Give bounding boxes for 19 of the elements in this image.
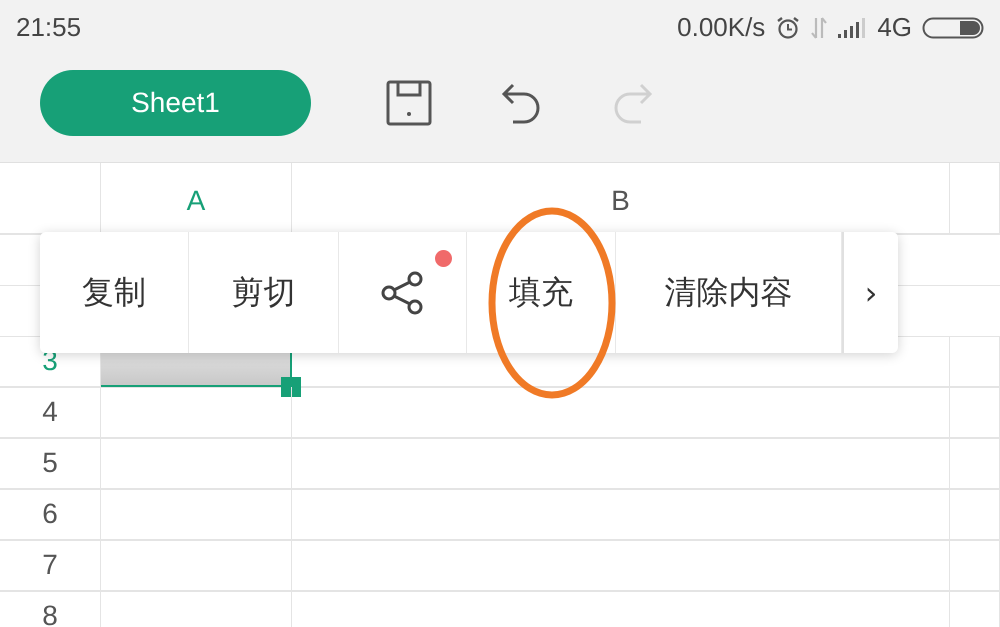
menu-item[interactable]: 清除内容 xyxy=(616,232,842,353)
row-header[interactable]: 6 xyxy=(0,489,101,539)
battery-icon xyxy=(922,16,984,40)
signal-icon xyxy=(837,16,868,38)
network-speed: 0.00K/s xyxy=(677,12,766,43)
network-type: 4G xyxy=(877,12,912,43)
more-button[interactable]: › xyxy=(842,232,898,353)
fill-handle[interactable] xyxy=(281,377,301,397)
share-icon xyxy=(380,270,426,316)
clock-time: 21:55 xyxy=(16,12,82,43)
menu-item[interactable]: 剪切 xyxy=(189,232,339,353)
save-icon[interactable] xyxy=(385,78,433,126)
row-header[interactable]: 5 xyxy=(0,438,101,488)
row-header[interactable]: 7 xyxy=(0,540,101,590)
menu-item[interactable]: 复制 xyxy=(40,232,189,353)
row-header[interactable]: 4 xyxy=(0,387,101,437)
alarm-icon xyxy=(775,14,802,40)
row-header[interactable]: 8 xyxy=(0,591,101,627)
data-arrows-icon xyxy=(811,16,828,40)
